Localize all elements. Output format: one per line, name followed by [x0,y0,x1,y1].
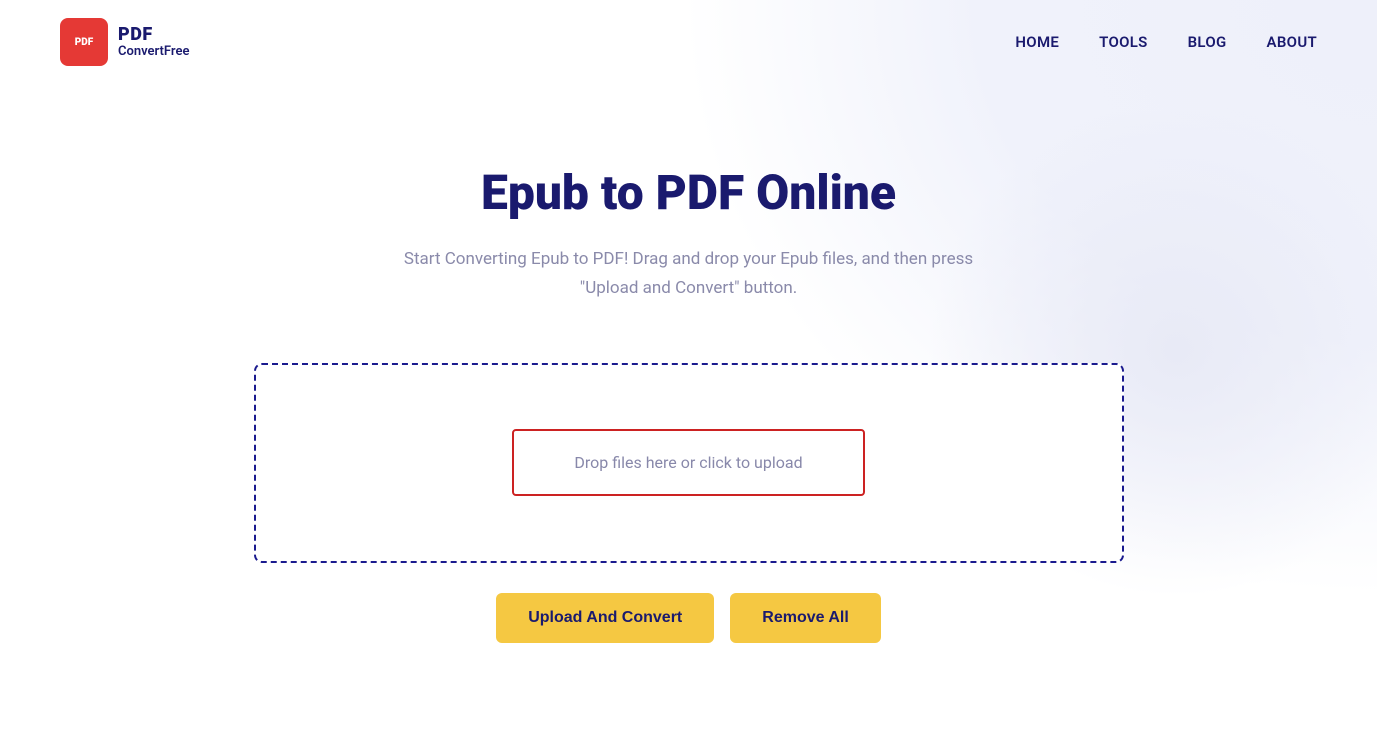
logo-icon: PDF [60,18,108,66]
nav-about[interactable]: ABOUT [1267,33,1317,51]
upload-area[interactable]: Drop files here or click to upload [254,363,1124,563]
page-subtitle: Start Converting Epub to PDF! Drag and d… [379,245,999,303]
nav-blog[interactable]: BLOG [1188,33,1227,51]
upload-convert-button[interactable]: Upload And Convert [496,593,714,643]
logo-icon-text: PDF [75,37,93,48]
remove-all-button[interactable]: Remove All [730,593,881,643]
upload-dropzone[interactable]: Drop files here or click to upload [512,429,864,496]
main-content: Epub to PDF Online Start Converting Epub… [0,84,1377,643]
logo-text: PDF ConvertFree [118,25,189,59]
logo-sub-label: ConvertFree [118,45,189,59]
main-nav: HOME TOOLS BLOG ABOUT [1015,33,1317,51]
action-buttons: Upload And Convert Remove All [496,593,881,643]
nav-home[interactable]: HOME [1015,33,1059,51]
nav-tools[interactable]: TOOLS [1099,33,1147,51]
page-title: Epub to PDF Online [481,164,896,221]
header: PDF PDF ConvertFree HOME TOOLS BLOG ABOU… [0,0,1377,84]
drop-files-text: Drop files here or click to upload [574,453,802,472]
logo[interactable]: PDF PDF ConvertFree [60,18,189,66]
logo-pdf-label: PDF [118,25,189,45]
